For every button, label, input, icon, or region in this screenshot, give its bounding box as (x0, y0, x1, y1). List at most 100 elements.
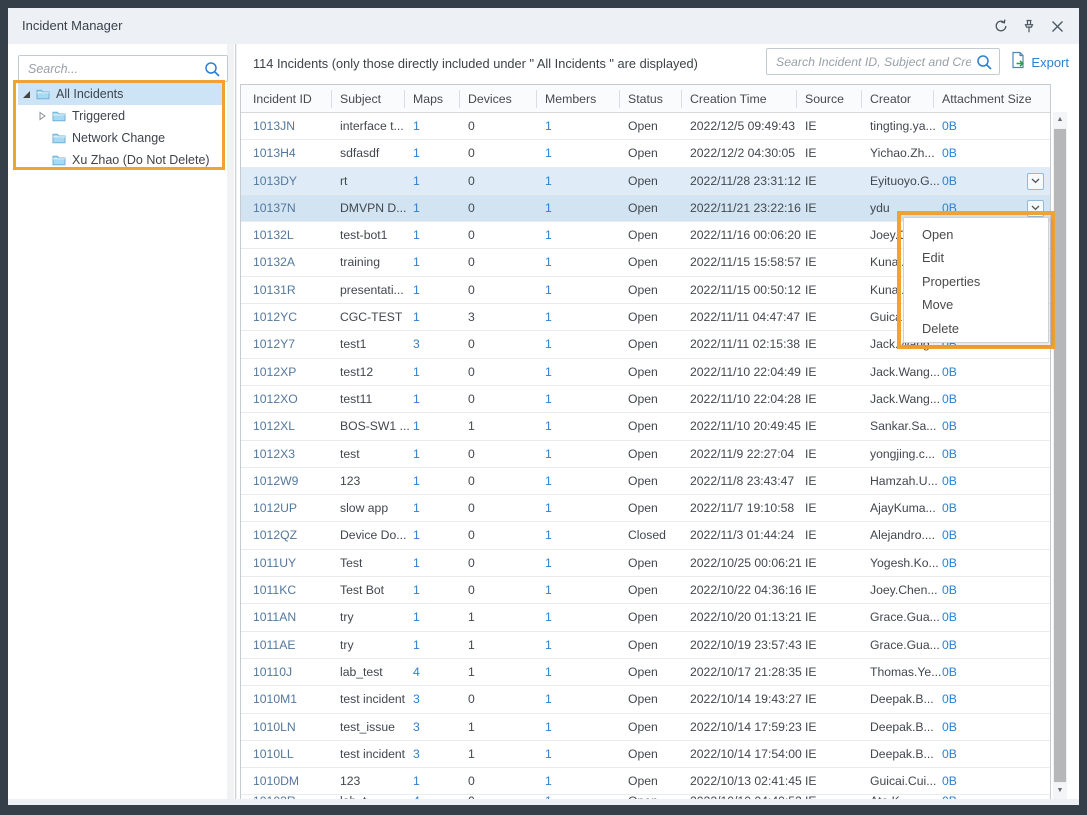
cell-members[interactable]: 1 (545, 550, 621, 577)
cell-attachment_size[interactable]: 0B (942, 714, 1028, 741)
cell-attachment_size[interactable]: 0B (942, 441, 1028, 468)
cell-maps[interactable]: 1 (413, 195, 459, 222)
table-row[interactable]: 1013DYrt101Open2022/11/28 23:31:12IEEyit… (241, 168, 1050, 195)
table-row[interactable]: 1012W9123101Open2022/11/8 23:43:47IEHamz… (241, 468, 1050, 495)
cell-id[interactable]: 1012XO (253, 386, 333, 413)
cell-id[interactable]: 1010M1 (253, 686, 333, 713)
cell-attachment_size[interactable]: 0B (942, 632, 1028, 659)
expand-caret-icon[interactable] (36, 111, 48, 121)
table-row[interactable]: 1013JNinterface t...101Open2022/12/5 09:… (241, 113, 1050, 140)
cell-maps[interactable]: 1 (413, 468, 459, 495)
cell-attachment_size[interactable]: 0B (942, 604, 1028, 631)
sidebar-scrollbar[interactable] (227, 44, 234, 799)
cell-attachment_size[interactable]: 0B (942, 359, 1028, 386)
export-button[interactable]: Export (1009, 49, 1069, 75)
column-header-source[interactable]: Source (805, 85, 861, 113)
cell-id[interactable]: 1012XL (253, 413, 333, 440)
cell-attachment_size[interactable]: 0B (942, 659, 1028, 686)
table-row[interactable]: 1012UPslow app101Open2022/11/7 19:10:58I… (241, 495, 1050, 522)
column-header-creation_time[interactable]: Creation Time (690, 85, 802, 113)
cell-id[interactable]: 1010DM (253, 768, 333, 795)
table-row[interactable]: 1013H4sdfasdf101Open2022/12/2 04:30:05IE… (241, 140, 1050, 167)
cell-maps[interactable]: 3 (413, 714, 459, 741)
cell-members[interactable]: 1 (545, 441, 621, 468)
column-header-creator[interactable]: Creator (870, 85, 936, 113)
cell-maps[interactable]: 1 (413, 168, 459, 195)
menu-item-edit[interactable]: Edit (904, 246, 1048, 269)
sidebar-search-input[interactable] (19, 56, 227, 81)
cell-id[interactable]: 10132L (253, 222, 333, 249)
cell-attachment_size[interactable]: 0B (942, 741, 1028, 768)
cell-maps[interactable]: 1 (413, 386, 459, 413)
cell-members[interactable]: 1 (545, 741, 621, 768)
row-dropdown-button[interactable] (1027, 173, 1044, 190)
cell-attachment_size[interactable]: 0B (942, 386, 1028, 413)
refresh-icon[interactable] (991, 16, 1011, 36)
cell-maps[interactable]: 1 (413, 304, 459, 331)
cell-members[interactable]: 1 (545, 795, 621, 799)
cell-members[interactable]: 1 (545, 195, 621, 222)
table-row[interactable]: 1010M1test incident301Open2022/10/14 19:… (241, 686, 1050, 713)
cell-members[interactable]: 1 (545, 604, 621, 631)
cell-maps[interactable]: 3 (413, 686, 459, 713)
cell-members[interactable]: 1 (545, 686, 621, 713)
menu-item-delete[interactable]: Delete (904, 317, 1048, 340)
cell-members[interactable]: 1 (545, 714, 621, 741)
cell-attachment_size[interactable]: 0B (942, 413, 1028, 440)
table-row[interactable]: 10103Rlab_t...401Open2022/10/10 04:40:52… (241, 795, 1050, 799)
cell-maps[interactable]: 1 (413, 522, 459, 549)
cell-id[interactable]: 1011KC (253, 577, 333, 604)
table-row[interactable]: 1011KCTest Bot101Open2022/10/22 04:36:16… (241, 577, 1050, 604)
tree-item-triggered[interactable]: Triggered (18, 105, 223, 127)
cell-id[interactable]: 1011AN (253, 604, 333, 631)
cell-maps[interactable]: 3 (413, 331, 459, 358)
cell-id[interactable]: 1011UY (253, 550, 333, 577)
cell-attachment_size[interactable]: 0B (942, 468, 1028, 495)
cell-members[interactable]: 1 (545, 632, 621, 659)
cell-maps[interactable]: 1 (413, 441, 459, 468)
column-header-devices[interactable]: Devices (468, 85, 538, 113)
cell-members[interactable]: 1 (545, 168, 621, 195)
scrollbar-thumb[interactable] (1054, 129, 1066, 782)
search-icon[interactable] (976, 54, 993, 76)
cell-id[interactable]: 10103R (253, 795, 333, 799)
incident-search-input[interactable] (767, 49, 999, 74)
cell-maps[interactable]: 1 (413, 140, 459, 167)
cell-id[interactable]: 1012UP (253, 495, 333, 522)
cell-id[interactable]: 10131R (253, 277, 333, 304)
cell-id[interactable]: 1013JN (253, 113, 333, 140)
table-row[interactable]: 1012XPtest12101Open2022/11/10 22:04:49IE… (241, 359, 1050, 386)
cell-maps[interactable]: 3 (413, 741, 459, 768)
cell-maps[interactable]: 1 (413, 577, 459, 604)
cell-members[interactable]: 1 (545, 249, 621, 276)
column-header-maps[interactable]: Maps (413, 85, 459, 113)
cell-maps[interactable]: 1 (413, 222, 459, 249)
menu-item-move[interactable]: Move (904, 293, 1048, 316)
cell-members[interactable]: 1 (545, 522, 621, 549)
cell-members[interactable]: 1 (545, 577, 621, 604)
table-row[interactable]: 10110Jlab_test411Open2022/10/17 21:28:35… (241, 659, 1050, 686)
cell-id[interactable]: 1011AE (253, 632, 333, 659)
scroll-down-button[interactable]: ▼ (1053, 783, 1067, 799)
cell-id[interactable]: 10110J (253, 659, 333, 686)
cell-id[interactable]: 1012X3 (253, 441, 333, 468)
pin-icon[interactable] (1019, 16, 1039, 36)
cell-attachment_size[interactable]: 0B (942, 495, 1028, 522)
table-row[interactable]: 1010DM123101Open2022/10/13 02:41:45IEGui… (241, 768, 1050, 795)
table-row[interactable]: 1011ANtry111Open2022/10/20 01:13:21IEGra… (241, 604, 1050, 631)
cell-members[interactable]: 1 (545, 359, 621, 386)
cell-id[interactable]: 1012QZ (253, 522, 333, 549)
collapse-caret-icon[interactable] (20, 89, 32, 99)
cell-maps[interactable]: 1 (413, 632, 459, 659)
cell-id[interactable]: 1013H4 (253, 140, 333, 167)
cell-members[interactable]: 1 (545, 386, 621, 413)
cell-id[interactable]: 10137N (253, 195, 333, 222)
cell-maps[interactable]: 1 (413, 413, 459, 440)
cell-id[interactable]: 1012W9 (253, 468, 333, 495)
cell-maps[interactable]: 1 (413, 359, 459, 386)
cell-maps[interactable]: 1 (413, 113, 459, 140)
cell-members[interactable]: 1 (545, 222, 621, 249)
cell-members[interactable]: 1 (545, 277, 621, 304)
table-row[interactable]: 1011UYTest101Open2022/10/25 00:06:21IEYo… (241, 550, 1050, 577)
cell-attachment_size[interactable]: 0B (942, 577, 1028, 604)
